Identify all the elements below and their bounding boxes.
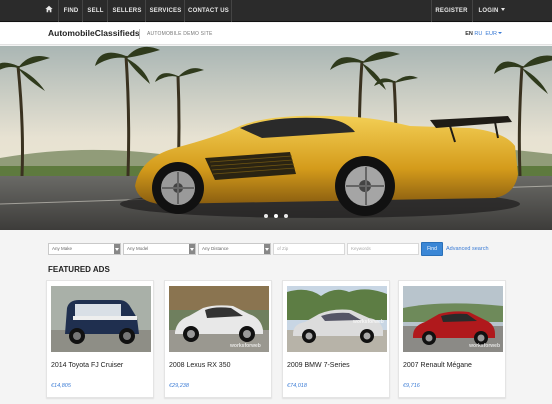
site-tagline: AUTOMOBILE DEMO SITE [147,31,213,37]
slider-dot-3[interactable] [284,214,288,218]
hero-slider[interactable] [0,46,552,230]
card-price: €14,805 [51,383,71,389]
card-title[interactable]: 2008 Lexus RX 350 [169,362,231,369]
nav-contact-us[interactable]: CONTACT US [186,0,232,22]
featured-card[interactable]: worksforweb 2009 BMW 7-Series €74,018 [282,280,390,398]
car-thumbnail[interactable] [51,286,151,352]
make-select[interactable]: Any Make [48,243,121,255]
card-title[interactable]: 2009 BMW 7-Series [287,362,350,369]
card-price: €9,716 [403,383,420,389]
featured-card[interactable]: worksforweb 2008 Lexus RX 350 €29,238 [164,280,272,398]
find-button[interactable]: Find [421,242,443,256]
keywords-input[interactable]: Keywords [347,243,419,255]
distance-select-value: Any Distance [202,246,229,251]
lang-en[interactable]: EN [465,31,473,37]
featured-ads-heading: FEATURED ADS [48,265,110,274]
featured-card[interactable]: 2014 Toyota FJ Cruiser €14,805 [46,280,154,398]
slider-dot-2[interactable] [274,214,278,218]
distance-select[interactable]: Any Distance [198,243,271,255]
chevron-down-icon [498,32,502,34]
site-header: AutomobileClassifieds AUTOMOBILE DEMO SI… [0,23,552,45]
register-link[interactable]: REGISTER [431,0,471,22]
chevron-down-icon [114,244,120,254]
language-switcher[interactable]: EN RU EUR [465,31,502,37]
search-bar: Any Make Any Model Any Distance of Zip K… [0,240,552,258]
home-button[interactable] [40,0,59,22]
nav-services[interactable]: SERVICES [147,0,185,22]
advanced-search-link[interactable]: Advanced search [446,246,489,252]
top-navigation: FIND SELL SELLERS SERVICES CONTACT US RE… [0,0,552,22]
chevron-down-icon [189,244,195,254]
site-logo[interactable]: AutomobileClassifieds [48,28,140,38]
model-select[interactable]: Any Model [123,243,196,255]
card-price: €74,018 [287,383,307,389]
login-dropdown[interactable]: LOGIN [472,0,510,22]
lang-ru[interactable]: RU [474,31,482,37]
make-select-value: Any Make [52,246,73,251]
watermark: worksforweb [353,319,384,325]
card-title[interactable]: 2007 Renault Mégane [403,362,472,369]
currency-selector[interactable]: EUR [485,31,497,37]
slider-dot-1[interactable] [264,214,268,218]
nav-sellers[interactable]: SELLERS [109,0,146,22]
home-icon [45,5,53,13]
nav-sell[interactable]: SELL [84,0,108,22]
header-divider [139,29,140,39]
watermark: worksforweb [469,343,500,349]
watermark: worksforweb [230,343,261,349]
card-price: €29,238 [169,383,189,389]
zip-input[interactable]: of Zip [273,243,345,255]
model-select-value: Any Model [127,246,149,251]
login-label: LOGIN [478,8,499,14]
chevron-down-icon [264,244,270,254]
hero-image [0,46,552,230]
chevron-down-icon [500,8,505,11]
nav-find[interactable]: FIND [60,0,83,22]
featured-card[interactable]: worksforweb 2007 Renault Mégane €9,716 [398,280,506,398]
card-title[interactable]: 2014 Toyota FJ Cruiser [51,362,123,369]
